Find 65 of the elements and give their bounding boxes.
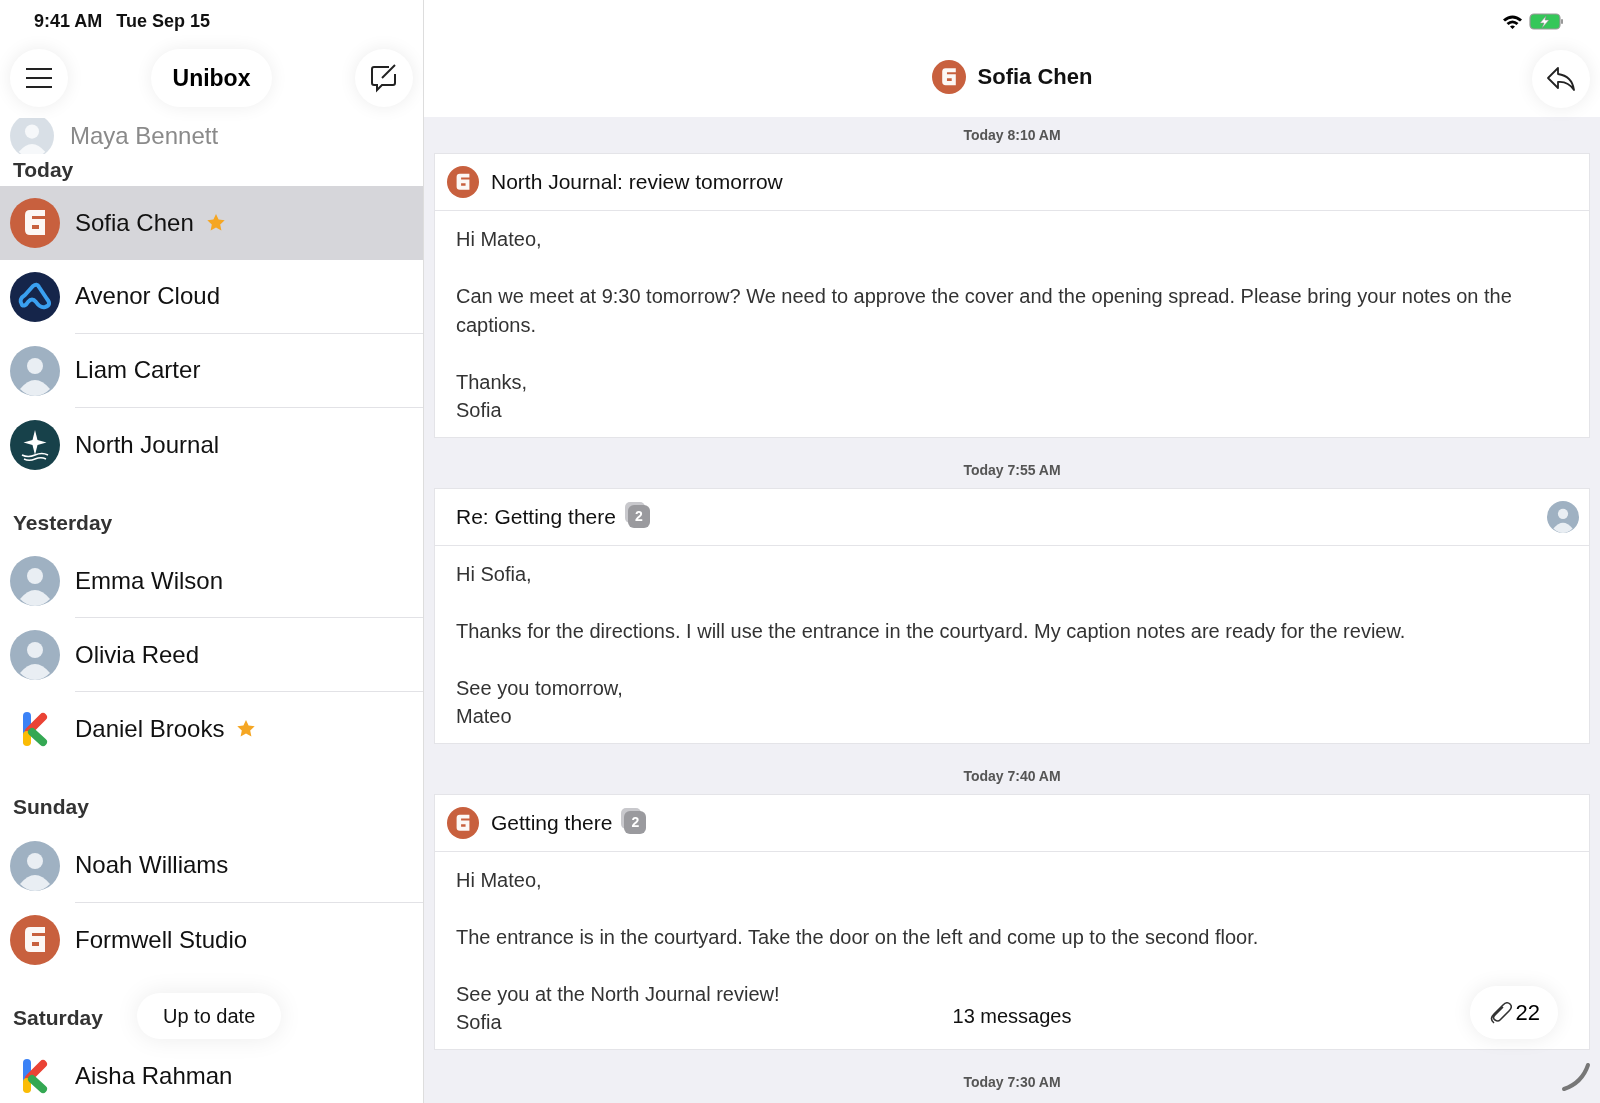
message-text: Thanks for the directions. I will use the entrance in the courtyard. My caption notes are ready for the review. (456, 618, 1406, 644)
message-subject: Getting there (491, 809, 613, 836)
contact-name: Emma Wilson (75, 565, 224, 596)
thread-count: 2 (627, 505, 650, 528)
conversation-item[interactable]: Formwell Studio (0, 902, 423, 977)
message-subject: Re: Getting there (456, 503, 616, 530)
message-text: Hi Mateo, (456, 867, 542, 893)
logo-icon (10, 271, 60, 322)
conversation-item[interactable]: North Journal (0, 407, 423, 482)
contact-name: North Journal (75, 429, 220, 460)
section-header: Yesterday (12, 509, 114, 536)
contact-name: Aisha Rahman (75, 1061, 233, 1091)
contact-name: Formwell Studio (75, 924, 248, 955)
avatar-icon (10, 840, 60, 891)
contact-name: Liam Carter (75, 355, 201, 385)
conversation-item[interactable]: Olivia Reed (0, 618, 423, 692)
message-text: Thanks, Sofia (456, 369, 528, 423)
contact-name: Avenor Cloud (75, 281, 220, 311)
conversation-title: Sofia Chen (977, 63, 1093, 91)
avatar-icon (1547, 500, 1579, 533)
section-header: Sunday (12, 794, 90, 820)
conversation-item[interactable]: Noah Williams (0, 828, 423, 903)
contact-name: Maya Bennett (70, 121, 219, 151)
contact-name: Olivia Reed (75, 639, 200, 670)
avatar-icon (10, 630, 60, 680)
contact-name: Noah Williams (75, 850, 229, 880)
logo-icon (10, 914, 60, 965)
status-date: Tue Sep 15 (116, 9, 211, 33)
message-text: See you tomorrow, Mateo (456, 675, 623, 729)
timestamp: Today 8:10 AM (963, 126, 1061, 145)
message-subject: North Journal: review tomorrow (491, 169, 783, 196)
avatar-icon (10, 118, 54, 154)
reply-icon (1546, 64, 1576, 94)
logo-icon (10, 197, 60, 248)
compose-icon (369, 63, 399, 93)
avatar-icon (10, 556, 60, 606)
status-time: 9:41 AM (34, 9, 103, 33)
message-text: Hi Sofia, (456, 561, 532, 587)
message-text: Can we meet at 9:30 tomorrow? We need to approve the cover and the opening spread. Please bring your notes on the captions. (456, 284, 1513, 338)
message-text: The entrance is in the courtyard. Take the door on the left and come up to the second floor. (456, 924, 1259, 950)
conversation-item[interactable]: Avenor Cloud (0, 259, 423, 334)
message-text: Hi Mateo, (456, 227, 542, 252)
logo-icon (931, 59, 966, 94)
timestamp: Today 7:55 AM (963, 460, 1061, 480)
message-text: See you at the North Journal review! Sofia (456, 981, 780, 1035)
menu-icon (24, 67, 54, 89)
avatar-icon (10, 345, 60, 396)
thread-count: 2 (624, 811, 647, 834)
conversation-item[interactable]: Sofia Chen (0, 185, 423, 260)
logo-icon (10, 419, 60, 470)
conversation-item[interactable]: Aisha Rahman (0, 1039, 423, 1103)
contact-name: Daniel Brooks (75, 714, 225, 744)
section-header: Saturday (12, 1004, 104, 1031)
status-toast: Up to date (137, 993, 282, 1039)
timestamp: Today 7:30 AM (963, 1072, 1061, 1092)
message-count: 13 messages (952, 1005, 1072, 1027)
contact-name: Sofia Chen (75, 207, 194, 238)
conversation-item[interactable]: Liam Carter (0, 333, 423, 408)
conversation-item[interactable]: Emma Wilson (0, 544, 423, 618)
timestamp: Today 7:40 AM (963, 766, 1061, 786)
conversation-item[interactable]: Daniel Brooks (0, 692, 423, 766)
logo-icon (447, 166, 479, 198)
logo-icon (447, 806, 479, 839)
section-header: Today (12, 157, 75, 183)
mailbox-title-button[interactable]: Unibox (150, 49, 273, 107)
